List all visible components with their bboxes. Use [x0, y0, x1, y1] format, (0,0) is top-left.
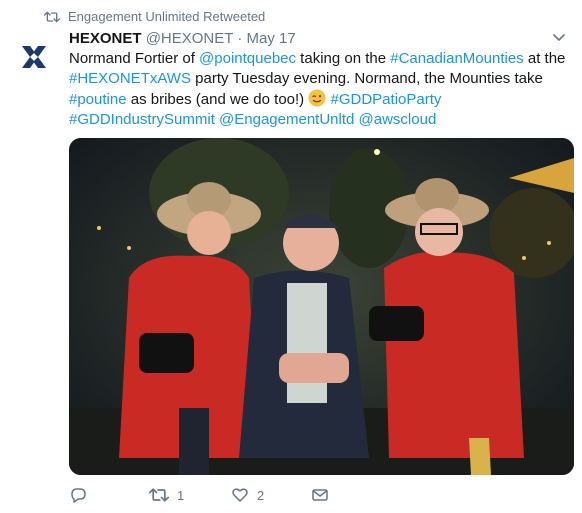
envelope-icon	[312, 489, 328, 501]
reply-icon	[71, 488, 86, 503]
retweet-count: 1	[177, 487, 185, 503]
winking-face-emoji	[308, 89, 326, 107]
retweet-icon	[149, 488, 169, 502]
hashtag-link[interactable]: #CanadianMounties	[390, 50, 523, 67]
tweet-text-fragment: as bribes (and we do too!)	[126, 91, 309, 108]
heart-icon	[232, 488, 248, 502]
author-handle[interactable]: @HEXONET	[146, 30, 233, 47]
mention-link[interactable]: @EngagementUnltd	[219, 111, 354, 128]
tweet-text-fragment: party Tuesday evening. Normand, the Moun…	[190, 70, 543, 87]
tweet-text-fragment: Normand Fortier of	[69, 50, 200, 67]
hashtag-link[interactable]: #GDDIndustrySummit	[69, 111, 215, 128]
hashtag-link[interactable]: #GDDPatioParty	[331, 91, 442, 108]
hashtag-link[interactable]: #poutine	[69, 91, 127, 108]
author-name[interactable]: HEXONET	[69, 30, 142, 47]
like-count: 2	[257, 487, 265, 503]
photo-illustration	[69, 138, 574, 475]
tweet-header: HEXONET @HEXONET · May 17	[69, 29, 296, 49]
chevron-down-icon[interactable]	[553, 34, 565, 42]
tweet-text-fragment: taking on the	[296, 50, 391, 67]
retweet-context[interactable]: Engagement Unlimited Retweeted	[44, 9, 265, 24]
tweet-text: Normand Fortier of @pointquebec taking o…	[69, 49, 574, 130]
hexonet-x-logo[interactable]	[20, 43, 48, 71]
retweet-icon	[44, 11, 60, 22]
separator: ·	[237, 30, 243, 47]
mention-link[interactable]: @awscloud	[359, 111, 437, 128]
reply-button[interactable]	[69, 486, 95, 504]
hashtag-link[interactable]: #HEXONETxAWS	[69, 70, 191, 87]
retweet-context-text: Engagement Unlimited Retweeted	[68, 9, 266, 24]
like-button[interactable]: 2	[231, 486, 264, 504]
tweet-photo[interactable]	[69, 138, 574, 475]
tweet-actions: 1 2	[69, 486, 574, 508]
tweet-date[interactable]: May 17	[247, 30, 296, 47]
tweet-text-fragment: at the	[523, 50, 566, 67]
mention-link[interactable]: @pointquebec	[199, 50, 296, 67]
retweet-button[interactable]: 1	[149, 486, 184, 504]
direct-message-button[interactable]	[311, 486, 329, 504]
